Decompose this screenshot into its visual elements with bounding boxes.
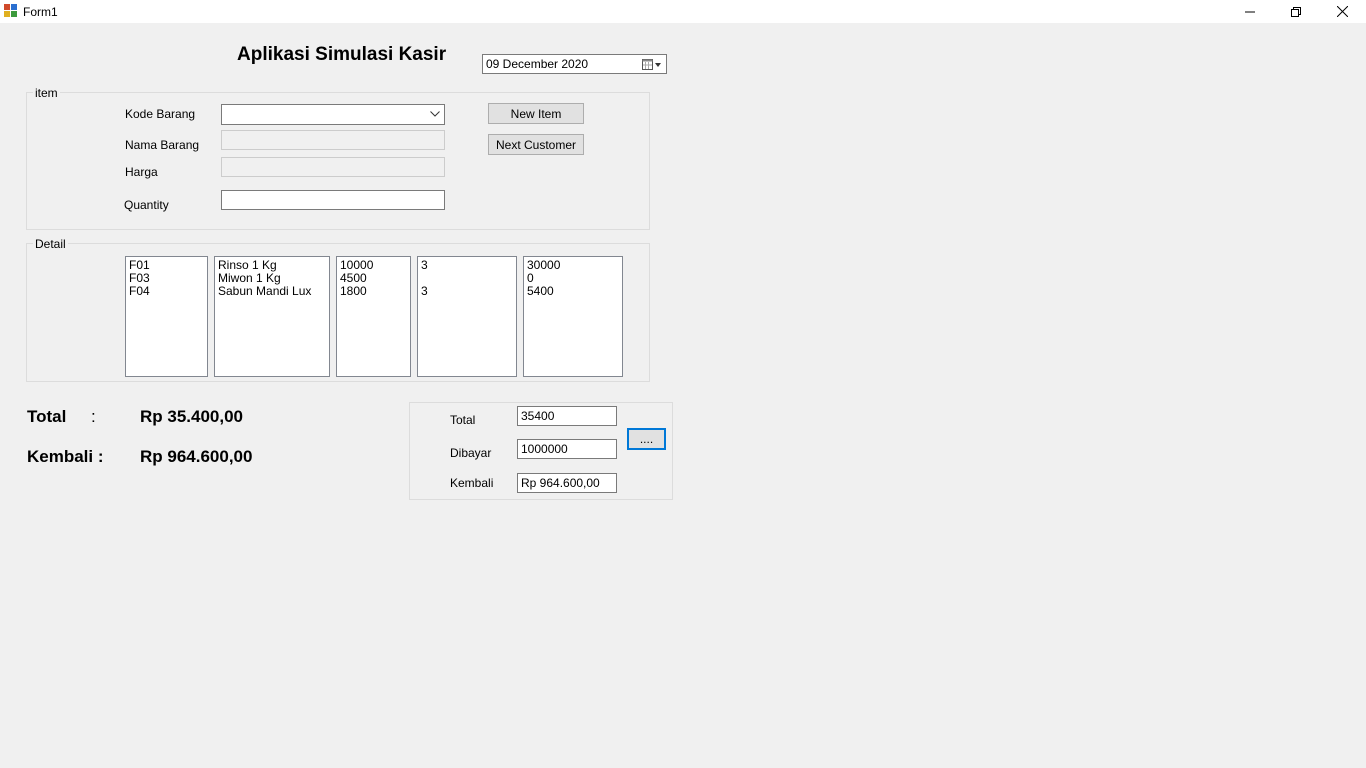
nama-barang-field[interactable] — [221, 130, 445, 150]
payment-total-field[interactable]: 35400 — [517, 406, 617, 426]
detail-group-legend: Detail — [33, 237, 68, 251]
minimize-button[interactable] — [1227, 0, 1273, 23]
payment-kembali-label: Kembali — [450, 476, 494, 490]
list-item[interactable]: Sabun Mandi Lux — [218, 285, 326, 298]
list-item[interactable]: 5400 — [527, 285, 619, 298]
harga-label: Harga — [125, 165, 158, 179]
kembali-label: Kembali : — [27, 447, 104, 466]
kode-barang-label: Kode Barang — [125, 107, 196, 121]
payment-total-label: Total — [450, 413, 476, 427]
kode-barang-combobox[interactable] — [221, 104, 445, 125]
dibayar-label: Dibayar — [450, 446, 492, 460]
list-item[interactable] — [421, 272, 513, 285]
close-icon — [1336, 6, 1348, 17]
app-title: Aplikasi Simulasi Kasir — [237, 44, 447, 65]
window-titlebar: Form1 — [0, 0, 1366, 23]
item-group-legend: item — [33, 86, 60, 100]
chevron-down-icon[interactable] — [430, 111, 440, 117]
payment-total-value: 35400 — [521, 409, 555, 423]
nama-barang-label: Nama Barang — [125, 138, 200, 152]
date-picker[interactable]: 09 December 2020 — [482, 54, 667, 74]
restore-button[interactable] — [1273, 0, 1319, 23]
calendar-icon[interactable] — [642, 58, 662, 71]
close-button[interactable] — [1319, 0, 1365, 23]
next-customer-button[interactable]: Next Customer — [488, 134, 584, 155]
quantity-label: Quantity — [124, 198, 169, 212]
kode-listbox[interactable]: F01 F03 F04 — [125, 256, 208, 377]
new-item-button[interactable]: New Item — [488, 103, 584, 124]
window-title: Form1 — [23, 5, 58, 19]
calculate-button[interactable]: .... — [627, 428, 666, 450]
list-item[interactable]: 30000 — [527, 259, 619, 272]
kembali-value: Rp 964.600,00 — [140, 447, 253, 466]
payment-kembali-value: Rp 964.600,00 — [521, 476, 600, 490]
harga-listbox[interactable]: 10000 4500 1800 — [336, 256, 411, 377]
date-picker-value: 09 December 2020 — [486, 57, 589, 71]
quantity-field[interactable] — [221, 190, 445, 210]
list-item[interactable]: 3 — [421, 285, 513, 298]
quantity-listbox[interactable]: 3 3 — [417, 256, 517, 377]
nama-listbox[interactable]: Rinso 1 Kg Miwon 1 Kg Sabun Mandi Lux — [214, 256, 330, 377]
restore-icon — [1291, 6, 1301, 17]
list-item[interactable]: 1800 — [340, 285, 407, 298]
minimize-icon — [1245, 11, 1255, 12]
list-item[interactable]: F04 — [129, 285, 204, 298]
dibayar-value: 1000000 — [521, 442, 568, 456]
total-value: Rp 35.400,00 — [140, 407, 244, 426]
list-item[interactable]: 3 — [421, 259, 513, 272]
total-colon: : — [91, 407, 96, 426]
payment-kembali-field[interactable]: Rp 964.600,00 — [517, 473, 617, 493]
total-label: Total — [27, 407, 67, 426]
app-icon — [4, 4, 18, 18]
subtotal-listbox[interactable]: 30000 0 5400 — [523, 256, 623, 377]
harga-field[interactable] — [221, 157, 445, 177]
dibayar-field[interactable]: 1000000 — [517, 439, 617, 459]
